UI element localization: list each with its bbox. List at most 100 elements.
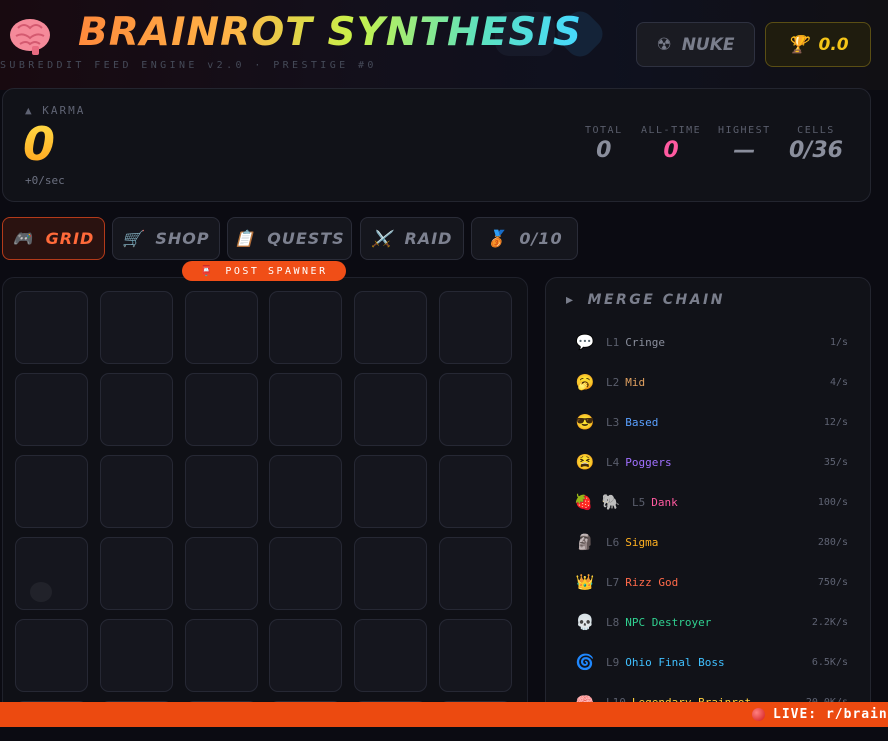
grid-cell[interactable] <box>269 455 342 528</box>
grid-cell[interactable] <box>354 619 427 692</box>
tier-icon: 😎 <box>575 412 595 431</box>
tab-quests[interactable]: 📋 QUESTS <box>227 217 352 260</box>
tier-name: Cringe <box>625 335 665 349</box>
grid-cell[interactable] <box>439 537 512 610</box>
tier-name: Ohio Final Boss <box>625 655 725 669</box>
grid-cell[interactable] <box>100 291 173 364</box>
tab-label: RAID <box>404 229 453 248</box>
clipboard-icon: 📋 <box>234 229 256 248</box>
tier-icon: 👑 <box>575 572 595 591</box>
app-header: BRAINROT SYNTHESIS SUBREDDIT FEED ENGINE… <box>0 0 888 88</box>
app-subtitle: SUBREDDIT FEED ENGINE v2.0 · PRESTIGE #0 <box>0 60 377 71</box>
tier-rate: 100/s <box>817 496 848 508</box>
tier-rate: 1/s <box>829 336 848 348</box>
trophy-button[interactable]: 🏆 0.0 <box>765 22 871 67</box>
grid-cell[interactable] <box>15 619 88 692</box>
tier-name: Based <box>625 415 659 429</box>
post-spawner-button[interactable]: 📮 POST SPAWNER <box>182 261 346 281</box>
grid-cell[interactable] <box>439 619 512 692</box>
tier-level: L9 <box>606 655 620 669</box>
karma-panel: ▲ KARMA 0 +0/sec TOTAL 0 ALL-TIME 0 HIGH… <box>2 88 871 202</box>
grid-cell[interactable] <box>354 537 427 610</box>
post-spawner-label: POST SPAWNER <box>225 265 328 277</box>
tier-icon: 😫 <box>575 452 595 471</box>
app-title-part1: BRAINROT <box>78 10 313 55</box>
stat-value: — <box>733 138 756 163</box>
grid-cell[interactable] <box>100 619 173 692</box>
stat-highest: HIGHEST — <box>718 125 771 163</box>
karma-value: 0 <box>23 117 56 171</box>
grid-cell[interactable] <box>15 291 88 364</box>
grid-cell[interactable] <box>439 291 512 364</box>
karma-rate: +0/sec <box>25 174 65 187</box>
merge-chain-item: 💀 L8 NPC Destroyer 2.2K/s <box>574 611 848 633</box>
tier-level: L3 <box>606 415 620 429</box>
grid-cell[interactable] <box>439 373 512 446</box>
cart-icon: 🛒 <box>122 229 144 248</box>
grid-cell[interactable] <box>269 373 342 446</box>
grid-cell[interactable] <box>185 373 258 446</box>
stat-cells: CELLS 0/36 <box>789 125 843 163</box>
tab-grid[interactable]: 🎮 GRID <box>2 217 105 260</box>
tier-level: L7 <box>606 575 620 589</box>
tier-level: L1 <box>606 335 620 349</box>
merge-chain-item: 🗿 L6 Sigma 280/s <box>574 531 848 553</box>
merge-chain-item: 🌀 L9 Ohio Final Boss 6.5K/s <box>574 651 848 673</box>
tab-achievements[interactable]: 🥉 0/10 <box>471 217 578 260</box>
tier-name: Rizz God <box>625 575 679 589</box>
tab-raid[interactable]: ⚔️ RAID <box>360 217 464 260</box>
tier-rate: 750/s <box>817 576 848 588</box>
grid-cell[interactable] <box>185 537 258 610</box>
tab-label: GRID <box>45 229 95 248</box>
tier-icon: 🌀 <box>575 652 595 671</box>
grid-cell[interactable] <box>269 291 342 364</box>
grid-cell[interactable] <box>439 455 512 528</box>
tab-label: SHOP <box>155 229 210 248</box>
live-ticker: LIVE: r/brainrot <box>0 702 888 727</box>
app-title-part2: SYNTHESIS <box>327 10 583 55</box>
merge-chain-item: 🥱 L2 Mid 4/s <box>574 371 848 393</box>
nuke-button-label: NUKE <box>681 34 735 55</box>
tier-icon: 🍓 🐘 <box>574 492 621 511</box>
tier-rate: 2.2K/s <box>811 616 848 628</box>
grid-cell[interactable] <box>100 537 173 610</box>
grid-cell[interactable] <box>185 455 258 528</box>
merge-chain-item: 🍓 🐘 L5 Dank 100/s <box>574 491 848 513</box>
grid-cell[interactable] <box>354 373 427 446</box>
tab-label: 0/10 <box>519 229 563 248</box>
grid-cell[interactable] <box>269 619 342 692</box>
grid-cell[interactable] <box>185 291 258 364</box>
merge-chain-toggle[interactable]: ▸ MERGE CHAIN <box>566 292 725 308</box>
grid-cell[interactable] <box>15 455 88 528</box>
bottom-strip <box>0 727 888 741</box>
tier-name: NPC Destroyer <box>625 615 712 629</box>
grid-cell[interactable] <box>354 455 427 528</box>
tier-icon: 💀 <box>575 612 595 631</box>
grid-cell[interactable] <box>354 291 427 364</box>
tier-rate: 4/s <box>829 376 848 388</box>
nuke-button[interactable]: ☢ NUKE <box>636 22 755 67</box>
tier-rate: 35/s <box>823 456 848 468</box>
grid-cell[interactable] <box>269 537 342 610</box>
grid-cell[interactable] <box>185 619 258 692</box>
grid-cell[interactable] <box>15 373 88 446</box>
grid-cell[interactable] <box>100 373 173 446</box>
tier-level: L8 <box>606 615 620 629</box>
grid-cell[interactable] <box>15 537 88 610</box>
stat-label: HIGHEST <box>718 125 771 136</box>
brain-icon <box>10 19 50 55</box>
stat-all-time: ALL-TIME 0 <box>641 125 701 163</box>
caret-right-icon: ▸ <box>566 292 576 308</box>
medal-icon: 🥉 <box>486 229 508 248</box>
ticker-text: LIVE: r/brainrot <box>773 707 888 722</box>
stat-total: TOTAL 0 <box>585 125 623 163</box>
grid-cell[interactable] <box>100 455 173 528</box>
tier-icon: 🥱 <box>575 372 595 391</box>
tier-level: L4 <box>606 455 620 469</box>
tier-rate: 12/s <box>823 416 848 428</box>
tab-shop[interactable]: 🛒 SHOP <box>112 217 220 260</box>
tier-icon: 💬 <box>575 332 595 351</box>
merge-chain-item: 👑 L7 Rizz God 750/s <box>574 571 848 593</box>
merge-chain-title: MERGE CHAIN <box>587 292 725 308</box>
merge-chain-item: 😫 L4 Poggers 35/s <box>574 451 848 473</box>
